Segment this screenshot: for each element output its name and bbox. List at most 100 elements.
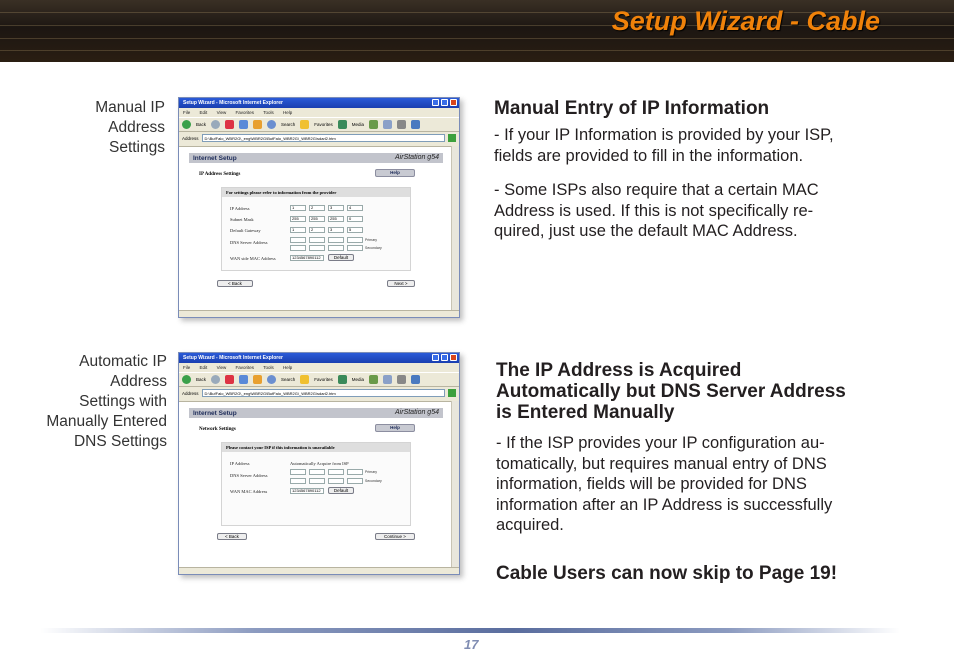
menu-help[interactable]: Help <box>283 365 292 370</box>
dns-primary-4[interactable] <box>347 469 363 475</box>
ip-octet-2[interactable]: 2 <box>309 205 325 211</box>
favorites-icon[interactable] <box>300 120 310 129</box>
menu-file[interactable]: File <box>183 365 190 370</box>
address-bar: Address D:\BufFalo_WBR2G\_eng\WBR2G\BufF… <box>179 387 459 399</box>
close-icon[interactable] <box>450 99 457 106</box>
settings-panel: For settings please refer to information… <box>221 187 411 271</box>
default-mac-button[interactable]: Default <box>328 487 354 494</box>
media-icon[interactable] <box>337 120 347 129</box>
edit-icon[interactable] <box>411 375 421 384</box>
dns-primary-4[interactable] <box>347 237 363 243</box>
dns-primary-2[interactable] <box>309 237 325 243</box>
stop-icon[interactable] <box>225 120 235 129</box>
menu-favorites[interactable]: Favorites <box>236 110 255 115</box>
dns-primary-2[interactable] <box>309 469 325 475</box>
menu-file[interactable]: File <box>183 110 190 115</box>
print-icon[interactable] <box>397 375 407 384</box>
ip-octet-4[interactable]: 4 <box>347 205 363 211</box>
dns-secondary-2[interactable] <box>309 478 325 484</box>
refresh-icon[interactable] <box>239 375 249 384</box>
media-icon[interactable] <box>337 375 347 384</box>
dns-primary-1[interactable] <box>290 237 306 243</box>
forward-icon[interactable] <box>211 120 221 129</box>
forward-icon[interactable] <box>211 375 221 384</box>
dns-secondary-4[interactable] <box>347 245 363 251</box>
search-icon[interactable] <box>267 375 277 384</box>
history-icon[interactable] <box>369 375 379 384</box>
subnet-octet-3[interactable]: 255 <box>328 216 344 222</box>
ip-octet-3[interactable]: 3 <box>328 205 344 211</box>
gateway-octet-4[interactable]: 5 <box>347 227 363 233</box>
minimize-icon[interactable] <box>432 99 439 106</box>
go-icon[interactable] <box>448 389 456 397</box>
stop-icon[interactable] <box>225 375 235 384</box>
close-icon[interactable] <box>450 354 457 361</box>
dns-secondary-3[interactable] <box>328 478 344 484</box>
auto-ip-heading: The IP Address is Acquired Automatically… <box>496 360 846 423</box>
menu-tools[interactable]: Tools <box>263 110 274 115</box>
manual-entry-para-2: - Some ISPs also require that a certain … <box>494 181 819 240</box>
menu-help[interactable]: Help <box>283 110 292 115</box>
status-bar <box>179 310 459 317</box>
mail-icon[interactable] <box>383 375 393 384</box>
caption-automatic-ip: Automatic IP Address Settings with Manua… <box>46 353 167 450</box>
help-button[interactable]: Help <box>375 169 415 177</box>
home-icon[interactable] <box>253 120 263 129</box>
setup-page-title: Internet Setup <box>193 410 237 417</box>
minimize-icon[interactable] <box>432 354 439 361</box>
setup-page-title: Internet Setup <box>193 155 237 162</box>
maximize-icon[interactable] <box>441 354 448 361</box>
back-icon[interactable] <box>182 375 191 384</box>
menu-tools[interactable]: Tools <box>263 365 274 370</box>
address-input[interactable]: D:\BufFalo_WBR2G\_eng\WBR2G\BufFalo_WBR2… <box>201 389 445 397</box>
subnet-octet-4[interactable]: 0 <box>347 216 363 222</box>
maximize-icon[interactable] <box>441 99 448 106</box>
dns-primary-3[interactable] <box>328 237 344 243</box>
help-button[interactable]: Help <box>375 424 415 432</box>
mac-input[interactable]: 1234567890112 <box>290 255 324 261</box>
footer-rule <box>40 628 900 633</box>
menu-view[interactable]: View <box>217 110 227 115</box>
menu-edit[interactable]: Edit <box>200 365 208 370</box>
next-button[interactable]: Next > <box>387 280 415 287</box>
mac-input[interactable]: 1234567890112 <box>290 488 324 494</box>
history-icon[interactable] <box>369 120 379 129</box>
menu-favorites[interactable]: Favorites <box>236 365 255 370</box>
continue-button[interactable]: Continue > <box>375 533 415 540</box>
dns-secondary-3[interactable] <box>328 245 344 251</box>
ip-octet-1[interactable]: 1 <box>290 205 306 211</box>
subnet-octet-1[interactable]: 255 <box>290 216 306 222</box>
favorites-icon[interactable] <box>300 375 310 384</box>
default-mac-button[interactable]: Default <box>328 254 354 261</box>
address-input[interactable]: D:\BufFalo_WBR2G\_eng\WBR2G\BufFalo_WBR2… <box>201 134 445 142</box>
section-label: IP Address Settings <box>199 172 241 177</box>
gateway-octet-3[interactable]: 3 <box>328 227 344 233</box>
mail-icon[interactable] <box>383 120 393 129</box>
refresh-icon[interactable] <box>239 120 249 129</box>
dns-primary-3[interactable] <box>328 469 344 475</box>
dns-secondary-1[interactable] <box>290 245 306 251</box>
gateway-octet-1[interactable]: 1 <box>290 227 306 233</box>
home-icon[interactable] <box>253 375 263 384</box>
dns-secondary-2[interactable] <box>309 245 325 251</box>
subnet-octet-2[interactable]: 255 <box>309 216 325 222</box>
menu-edit[interactable]: Edit <box>200 110 208 115</box>
search-icon[interactable] <box>267 120 277 129</box>
print-icon[interactable] <box>397 120 407 129</box>
dns-secondary-4[interactable] <box>347 478 363 484</box>
menu-view[interactable]: View <box>217 365 227 370</box>
cable-users-note: Cable Users can now skip to Page 19! <box>496 563 838 584</box>
dns-secondary-1[interactable] <box>290 478 306 484</box>
menu-bar: File Edit View Favorites Tools Help <box>179 363 459 372</box>
back-button[interactable]: < Back <box>217 533 247 540</box>
scrollbar[interactable] <box>451 146 459 310</box>
back-icon[interactable] <box>182 120 191 129</box>
scrollbar[interactable] <box>451 401 459 567</box>
manual-entry-heading: Manual Entry of IP Information <box>494 98 770 119</box>
dns-primary-1[interactable] <box>290 469 306 475</box>
back-button[interactable]: < Back <box>217 280 253 287</box>
go-icon[interactable] <box>448 134 456 142</box>
gateway-octet-2[interactable]: 2 <box>309 227 325 233</box>
window-titlebar: Setup Wizard - Microsoft Internet Explor… <box>179 98 459 108</box>
edit-icon[interactable] <box>411 120 421 129</box>
